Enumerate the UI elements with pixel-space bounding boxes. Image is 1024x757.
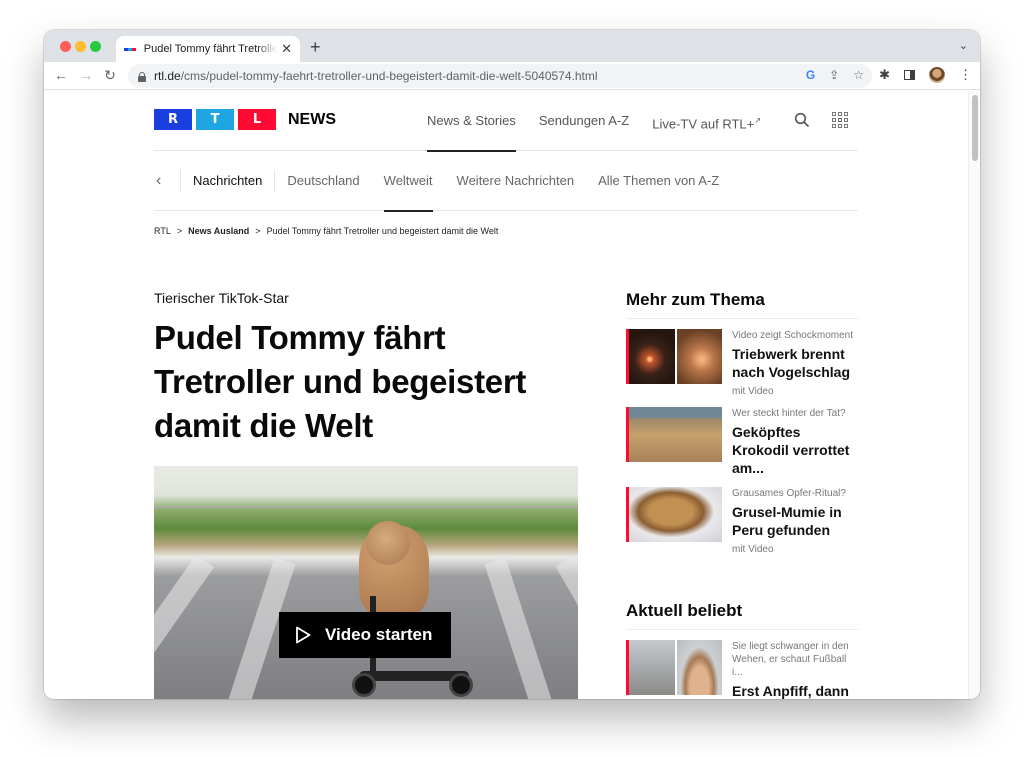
teaser-thumbnail[interactable]: [626, 407, 722, 462]
popular-title: Aktuell beliebt: [626, 601, 858, 630]
more-on-topic-title: Mehr zum Thema: [626, 290, 858, 319]
browser-toolbar: ← → ↻ rtl.de/cms/pudel-tommy-faehrt-tret…: [44, 62, 980, 90]
tab-search-chevron-icon[interactable]: ⌄: [959, 39, 968, 52]
engine-fire-image: [676, 329, 722, 384]
teaser-meta: mit Video: [732, 386, 774, 397]
apps-grid-icon[interactable]: [832, 112, 848, 128]
external-link-icon: ↗: [754, 116, 761, 125]
breadcrumb-separator: >: [255, 226, 261, 236]
teaser-item[interactable]: Grausames Opfer-Ritual? Grusel-Mumie in …: [626, 487, 858, 555]
article-kicker: Tierischer TikTok-Star: [154, 290, 289, 306]
teaser-title[interactable]: Triebwerk brennt nach Vogelschlag: [732, 345, 858, 381]
video-frame-detail: [555, 555, 578, 699]
teaser-kicker: Video zeigt Schockmoment: [732, 330, 853, 341]
teaser-thumbnail[interactable]: [626, 329, 722, 384]
video-frame-detail: [154, 554, 215, 699]
video-start-button[interactable]: Video starten: [279, 612, 451, 658]
teaser-item[interactable]: Sie liegt schwanger in den Wehen, er sch…: [626, 640, 858, 699]
profile-avatar[interactable]: [929, 67, 945, 83]
tab-strip: Pudel Tommy fährt Tretroller und begeist…: [44, 30, 980, 62]
bookmark-star-icon[interactable]: ☆: [853, 68, 864, 82]
sub-nav: ‹ Nachrichten Deutschland Weltweit Weite…: [154, 151, 858, 212]
browser-menu-icon[interactable]: ⋮: [959, 67, 972, 83]
breadcrumb-current: Pudel Tommy fährt Tretroller und begeist…: [266, 226, 499, 236]
breadcrumb-separator: >: [176, 226, 183, 236]
logo-letter-r: R: [154, 109, 192, 130]
breadcrumb: RTL > News Ausland > Pudel Tommy fährt T…: [154, 226, 858, 236]
browser-tab[interactable]: Pudel Tommy fährt Tretroller und begeist…: [116, 36, 300, 62]
video-frame-detail: [484, 557, 568, 699]
teaser-item[interactable]: Wer steckt hinter der Tat? Geköpftes Kro…: [626, 407, 858, 477]
breadcrumb-news-ausland[interactable]: News Ausland: [188, 226, 249, 236]
lock-icon[interactable]: [138, 71, 146, 82]
close-window-button[interactable]: [60, 41, 71, 52]
extensions-puzzle-icon[interactable]: ✱: [879, 67, 890, 83]
url-domain: rtl.de: [154, 69, 181, 83]
mummy-image: [629, 487, 722, 542]
subnav-item-weitere-nachrichten[interactable]: Weitere Nachrichten: [445, 151, 587, 211]
page-scrollbar[interactable]: [968, 91, 980, 699]
teaser-kicker: Grausames Opfer-Ritual?: [732, 488, 846, 499]
room-image: [629, 640, 675, 695]
breadcrumb-rtl[interactable]: RTL: [154, 226, 171, 236]
share-icon[interactable]: ⇪: [829, 68, 839, 82]
google-icon[interactable]: G: [806, 68, 815, 82]
url-path: /cms/pudel-tommy-faehrt-tretroller-und-b…: [180, 69, 598, 83]
scrollbar-thumb[interactable]: [972, 95, 978, 161]
teaser-kicker: Wer steckt hinter der Tat?: [732, 408, 846, 419]
video-start-label: Video starten: [325, 625, 433, 644]
sidebar: Mehr zum Thema Video zeigt Schockmoment …: [626, 290, 858, 699]
back-arrow-icon[interactable]: ←: [52, 67, 70, 83]
url-text[interactable]: rtl.de/cms/pudel-tommy-faehrt-tretroller…: [154, 69, 598, 83]
main-nav-live-tv-label: Live-TV auf RTL+: [652, 116, 755, 132]
crocodile-image: [629, 407, 722, 462]
main-nav-news-stories[interactable]: News & Stories: [427, 91, 516, 152]
video-player[interactable]: Video starten: [154, 466, 578, 699]
side-panel-icon[interactable]: [904, 70, 915, 80]
rtl-news-logo[interactable]: R T L NEWS: [154, 109, 336, 130]
minimize-window-button[interactable]: [75, 41, 86, 52]
poodle-head-image: [366, 521, 410, 565]
subnav-back-chevron-icon[interactable]: ‹: [154, 172, 180, 190]
logo-news-text: NEWS: [288, 110, 336, 128]
page-viewport: R T L NEWS News & Stories Sendungen A-Z …: [44, 91, 980, 699]
maximize-window-button[interactable]: [90, 41, 101, 52]
article: Tierischer TikTok-Star Pudel Tommy fährt…: [154, 290, 578, 699]
page-content: R T L NEWS News & Stories Sendungen A-Z …: [154, 91, 858, 699]
subnav-item-alle-themen[interactable]: Alle Themen von A-Z: [586, 151, 731, 211]
new-tab-button[interactable]: +: [310, 37, 321, 58]
rtl-favicon-icon: [124, 47, 136, 51]
video-frame-detail: [154, 506, 578, 508]
teaser-title[interactable]: Geköpftes Krokodil verrottet am...: [732, 423, 858, 477]
site-header: R T L NEWS News & Stories Sendungen A-Z …: [154, 91, 858, 152]
teaser-thumbnail[interactable]: [626, 640, 722, 695]
teaser-thumbnail[interactable]: [626, 487, 722, 542]
tab-title: Pudel Tommy fährt Tretroller und begeist…: [143, 43, 278, 55]
play-icon: [296, 626, 311, 644]
teaser-meta: mit Video: [732, 544, 774, 555]
teaser-item[interactable]: Video zeigt Schockmoment Triebwerk brenn…: [626, 329, 858, 397]
teaser-title[interactable]: Grusel-Mumie in Peru gefunden: [732, 503, 858, 539]
subnav-item-deutschland[interactable]: Deutschland: [275, 151, 371, 211]
reload-icon[interactable]: ↻: [101, 67, 119, 84]
scooter-wheel-image: [352, 673, 376, 697]
search-icon[interactable]: [794, 112, 810, 128]
main-nav-live-tv[interactable]: Live-TV auf RTL+↗: [652, 91, 761, 151]
teaser-kicker: Sie liegt schwanger in den Wehen, er sch…: [732, 641, 849, 678]
logo-letter-l: L: [238, 109, 276, 130]
address-bar[interactable]: rtl.de/cms/pudel-tommy-faehrt-tretroller…: [128, 64, 872, 88]
main-nav-sendungen[interactable]: Sendungen A-Z: [539, 91, 629, 151]
close-tab-icon[interactable]: ✕: [281, 41, 292, 57]
engine-fire-image: [629, 329, 675, 384]
subnav-item-nachrichten[interactable]: Nachrichten: [181, 151, 274, 211]
forward-arrow-icon[interactable]: →: [77, 67, 95, 83]
article-headline: Pudel Tommy fährt Tretroller und begeist…: [154, 319, 527, 444]
main-nav: News & Stories Sendungen A-Z Live-TV auf…: [427, 91, 761, 152]
woman-selfie-image: [676, 640, 722, 695]
browser-window: Pudel Tommy fährt Tretroller und begeist…: [44, 30, 980, 699]
scooter-wheel-image: [449, 673, 473, 697]
logo-letter-t: T: [196, 109, 234, 130]
subnav-item-weltweit[interactable]: Weltweit: [372, 151, 445, 212]
teaser-title[interactable]: Erst Anpfiff, dann Anschiss?: [732, 682, 858, 699]
